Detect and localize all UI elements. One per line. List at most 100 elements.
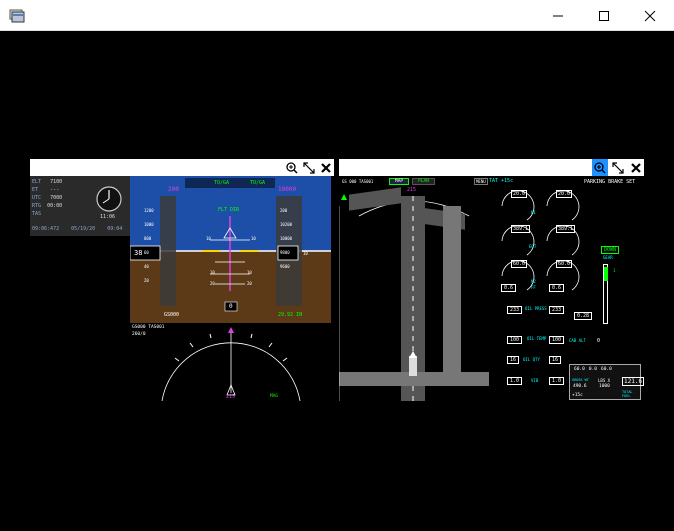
expand-icon — [303, 161, 315, 174]
oil-press-left: 233 — [507, 306, 523, 314]
map-mode-button[interactable]: MAP — [389, 178, 410, 185]
compass-rose — [161, 327, 301, 401]
fuel-temp: +15c — [572, 393, 583, 398]
plan-mode-button[interactable]: PLAN — [412, 178, 435, 185]
fuel-panel: 60.0 0.0 60.0 GROSS WT 490.6 LBS X 1000 … — [569, 364, 644, 400]
pfd-altitude: 10000 — [278, 186, 297, 193]
pitch-label: 10 — [251, 236, 256, 241]
primary-flight-display: TO/GA TO/GA 200 10000 FLT DIR 1200 1000 … — [130, 176, 331, 323]
pfd-speed: 200 — [168, 186, 179, 193]
parking-brake-message: PARKING BRAKE SET — [584, 179, 636, 185]
egt-label: EGT — [529, 244, 537, 249]
alt-tick-label: 9600 — [280, 264, 290, 269]
vib-right: 1.0 — [549, 377, 565, 385]
clock-row: UTC 7000 — [32, 195, 63, 201]
pfd-mode: TO/GA — [214, 180, 230, 186]
gear-status: DOWN — [601, 246, 620, 254]
lbs-label: LBS X — [598, 378, 611, 383]
close-icon — [631, 162, 641, 173]
right-zoom-button[interactable] — [592, 159, 608, 176]
fuel-tank-value: 60.0 — [600, 367, 612, 372]
left-panel-toolbar — [30, 159, 334, 176]
clock-time: 11:06 — [100, 214, 116, 220]
n1-right-value: 20.0 — [556, 190, 573, 198]
left-zoom-button[interactable] — [284, 159, 300, 176]
expand-icon — [612, 161, 624, 174]
ff-label: FF — [531, 285, 536, 290]
nd-mag-label: MAG — [270, 394, 279, 399]
egt-left-value: 389.1 — [511, 225, 531, 233]
clock-row: ELT 7100 — [32, 179, 63, 185]
nd-wind: 260/0 — [132, 332, 146, 337]
main-area: ELT 7100 ET --- UTC 7000 RTG 00:00 TAS 1… — [0, 31, 674, 531]
cab-alt-value: 0 — [597, 338, 601, 344]
app-icon — [9, 8, 25, 23]
pfd-groundspeed: GS000 — [164, 312, 180, 318]
vib-label: VIB — [531, 378, 539, 383]
close-icon — [644, 10, 656, 21]
right-close-button[interactable] — [628, 159, 644, 176]
airport-map — [339, 187, 489, 401]
speed-tick-label: 1200 — [144, 208, 154, 213]
speed-readout: 38 — [134, 249, 143, 257]
egt-right-value: 389.1 — [556, 225, 576, 233]
right-expand-button[interactable] — [610, 159, 626, 176]
clock-footer-value: 05/19/20 — [71, 226, 96, 232]
alt-readout-small: 10 — [303, 251, 308, 256]
gross-wt-value: 490.6 — [573, 384, 587, 389]
close-button[interactable] — [627, 0, 673, 31]
map-heading: 215 — [407, 187, 417, 193]
pitch-label: 10 — [206, 236, 211, 241]
navigation-display: GS000 TAS001 260/0 215 MAG — [130, 323, 331, 401]
cab-alt-label: CAB ALT — [569, 338, 586, 343]
engine-gauges — [501, 190, 580, 291]
n2-left-value: 60.0 — [511, 260, 528, 268]
n1-left-value: 20.0 — [511, 190, 528, 198]
zoom-in-icon — [594, 161, 606, 174]
speed-tick-label: 40 — [144, 264, 149, 269]
alt-tick-label: 9800 — [280, 250, 290, 255]
right-panel-toolbar — [339, 159, 644, 176]
minimize-button[interactable] — [535, 0, 581, 31]
left-expand-button[interactable] — [301, 159, 317, 176]
left-close-button[interactable] — [318, 159, 334, 176]
total-fuel-label: TOTAL FUEL — [622, 390, 633, 398]
n2-label: N2 — [531, 279, 536, 284]
close-icon — [321, 162, 331, 173]
clock-panel: ELT 7100 ET --- UTC 7000 RTG 00:00 TAS 1… — [30, 176, 130, 236]
speed-tick-label: 60 — [144, 250, 149, 255]
ff-right-value: 0.6 — [549, 284, 565, 292]
lbs-value: 1000 — [599, 384, 610, 389]
n1-label: N1 — [531, 210, 536, 215]
flap-gauge — [603, 264, 608, 324]
pfd-flight-director: FLT DIR — [218, 207, 240, 213]
oil-temp-label: OIL TEMP — [527, 336, 547, 341]
nd-heading: 215 — [226, 394, 236, 400]
tat-readout: TAT +15c — [489, 178, 514, 184]
zoom-in-icon — [286, 161, 298, 174]
pfd-vertical-speed: 0 — [229, 303, 233, 310]
clock-row: ET --- — [32, 187, 60, 193]
oil-qty-right: 16 — [549, 356, 562, 364]
menu-button[interactable]: MENU — [474, 178, 488, 185]
pitch-label: 20 — [210, 281, 215, 286]
pitch-label: 10 — [247, 270, 252, 275]
gross-wt-label: GROSS WT — [572, 378, 589, 382]
maximize-button[interactable] — [581, 0, 627, 31]
oil-qty-left: 16 — [507, 356, 520, 364]
oil-qty-label: OIL QTY — [523, 357, 540, 362]
airport-map-display: GS 000 TAS001 MAP PLAN MENU 215 — [339, 176, 489, 401]
alt-tick-label: 10000 — [280, 236, 293, 241]
speed-tick-label: 1000 — [144, 222, 154, 227]
oil-temp-left: 100 — [507, 336, 523, 344]
n2-right-value: 60.0 — [556, 260, 573, 268]
minimize-icon — [553, 15, 563, 16]
gear-label: GEAR — [603, 255, 613, 260]
pfd-baro: 29.92 IN — [278, 312, 303, 318]
clock-footer-value: 09:04 — [107, 226, 123, 232]
clock-row: RTG 00:00 — [32, 203, 63, 209]
oil-press-right: 233 — [549, 306, 565, 314]
oil-press-label: OIL PRESS — [525, 306, 547, 311]
fuel-tank-value: 0.0 — [588, 367, 597, 372]
nd-speeds: GS000 TAS001 — [132, 325, 165, 330]
